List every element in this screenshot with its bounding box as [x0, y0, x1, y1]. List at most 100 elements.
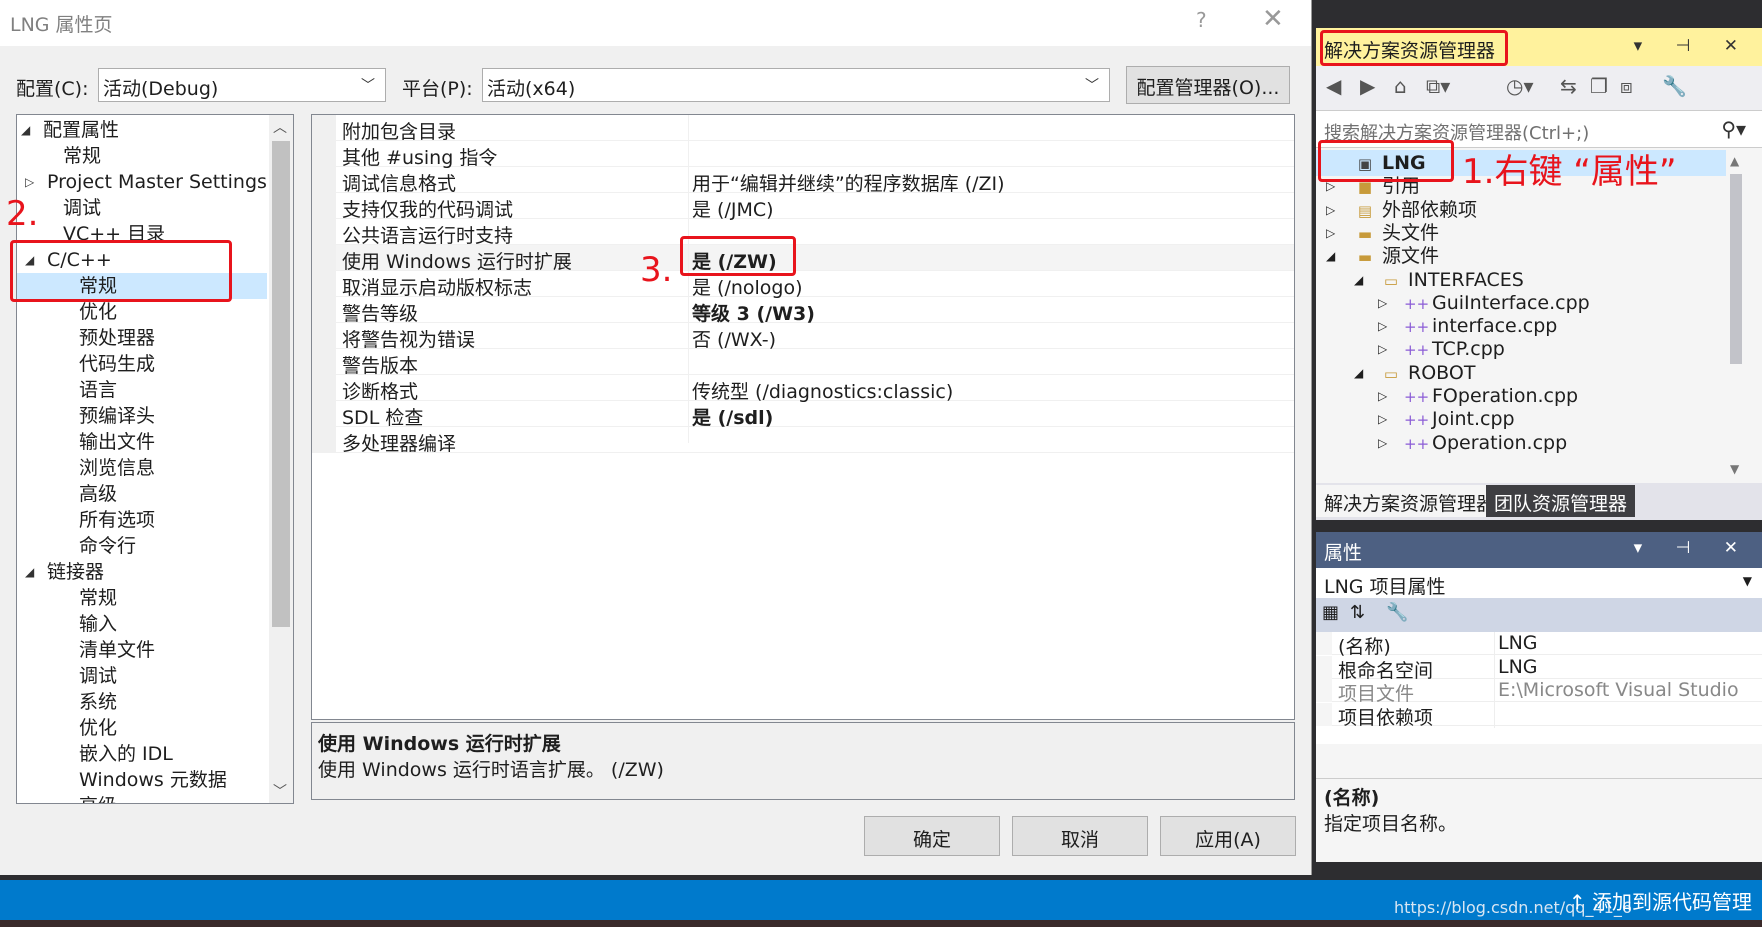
tree-item[interactable]: 命令行: [17, 533, 267, 559]
tree-item[interactable]: 浏览信息: [17, 455, 267, 481]
pending-changes-icon[interactable]: ◷▾: [1506, 74, 1534, 98]
expand-icon[interactable]: ▷: [1378, 290, 1387, 316]
property-value[interactable]: 是 (/sdl): [692, 403, 773, 430]
solution-tree-item[interactable]: ▷ ▤ 外部依赖项: [1316, 197, 1736, 223]
expand-icon[interactable]: ▷: [1326, 197, 1335, 223]
tree-item[interactable]: ◢ 链接器: [17, 559, 267, 585]
solution-tree-scrollbar[interactable]: ▲ ▼: [1726, 148, 1746, 482]
property-row[interactable]: 公共语言运行时支持: [312, 219, 1294, 247]
expand-icon[interactable]: ▷: [1378, 406, 1387, 432]
property-row[interactable]: 多处理器编译: [312, 427, 1294, 455]
property-row[interactable]: 取消显示启动版权标志 是 (/nologo): [312, 271, 1294, 299]
properties-row[interactable]: (名称) LNG: [1316, 632, 1762, 658]
expand-icon[interactable]: ▷: [1378, 383, 1387, 409]
tree-item[interactable]: 优化: [17, 715, 267, 741]
sync-icon[interactable]: ⇆: [1560, 74, 1577, 98]
property-row[interactable]: 附加包含目录: [312, 115, 1294, 143]
scroll-down-icon[interactable]: ▼: [1730, 462, 1739, 476]
collapse-icon[interactable]: ◢: [1354, 360, 1363, 386]
tab-solution-explorer[interactable]: 解决方案资源管理器: [1316, 485, 1504, 517]
properties-object-selector[interactable]: LNG 项目属性 ▼: [1316, 568, 1762, 598]
scroll-thumb[interactable]: [272, 141, 290, 627]
panel-controls-icon[interactable]: ▾ ⊣ ✕: [1634, 36, 1752, 56]
properties-value[interactable]: E:\Microsoft Visual Studio: [1498, 679, 1756, 701]
properties-row[interactable]: 项目依赖项: [1316, 702, 1762, 729]
expand-icon[interactable]: ▷: [25, 169, 34, 195]
tree-item[interactable]: 高级: [17, 481, 267, 507]
apply-button[interactable]: 应用(A): [1160, 816, 1296, 856]
collapse-icon[interactable]: ◢: [25, 559, 34, 585]
categorized-icon[interactable]: ▦: [1322, 602, 1339, 623]
solution-tree-item[interactable]: ▷ ++ FOperation.cpp: [1316, 383, 1736, 409]
property-value[interactable]: 是 (/JMC): [692, 195, 774, 222]
ok-button[interactable]: 确定: [864, 816, 1000, 856]
property-value[interactable]: 否 (/WX-): [692, 325, 776, 352]
cancel-button[interactable]: 取消: [1012, 816, 1148, 856]
config-combo[interactable]: 活动(Debug) ﹀: [98, 68, 386, 102]
tree-item[interactable]: ◢ 配置属性: [17, 117, 267, 143]
forward-icon[interactable]: ▶: [1360, 74, 1375, 98]
tree-item[interactable]: 预处理器: [17, 325, 267, 351]
properties-value[interactable]: LNG: [1498, 656, 1756, 678]
scroll-up-icon[interactable]: ▲: [1730, 154, 1739, 168]
search-icon[interactable]: ⚲▾: [1721, 117, 1746, 141]
property-row[interactable]: 警告版本: [312, 349, 1294, 377]
expand-icon[interactable]: ▷: [1378, 336, 1387, 362]
property-value[interactable]: 等级 3 (/W3): [692, 299, 815, 326]
expand-icon[interactable]: ▷: [1378, 313, 1387, 339]
config-manager-button[interactable]: 配置管理器(O)...: [1126, 66, 1290, 104]
tree-item[interactable]: 预编译头: [17, 403, 267, 429]
tree-item[interactable]: 输出文件: [17, 429, 267, 455]
solution-tree-item[interactable]: ◢ ▬ 源文件: [1316, 243, 1736, 269]
collapse-icon[interactable]: ◢: [21, 117, 30, 143]
tree-scrollbar[interactable]: ︿ ﹀: [269, 115, 293, 803]
tree-item[interactable]: 代码生成: [17, 351, 267, 377]
scroll-up-icon[interactable]: ︿: [273, 117, 287, 137]
source-control-button[interactable]: ↑ 添加到源代码管理: [1569, 886, 1752, 915]
collapse-icon[interactable]: ◢: [1326, 243, 1335, 269]
property-row[interactable]: 将警告视为错误 否 (/WX-): [312, 323, 1294, 352]
switch-view-icon[interactable]: ⧉▾: [1426, 74, 1450, 98]
show-all-icon[interactable]: ⧈: [1620, 74, 1633, 98]
expand-icon[interactable]: ▷: [1378, 430, 1387, 456]
properties-value[interactable]: LNG: [1498, 632, 1756, 654]
property-row[interactable]: 支持仅我的代码调试 是 (/JMC): [312, 193, 1294, 222]
tab-team-explorer[interactable]: 团队资源管理器: [1486, 485, 1636, 517]
tree-item[interactable]: ▷ Project Master Settings: [17, 169, 267, 195]
tree-item[interactable]: 高级: [17, 793, 267, 803]
tree-item[interactable]: Windows 元数据: [17, 767, 267, 793]
property-value[interactable]: 用于“编辑并继续”的程序数据库 (/ZI): [692, 169, 1005, 196]
solution-tree-item[interactable]: ▷ ++ TCP.cpp: [1316, 336, 1736, 362]
expand-icon[interactable]: ▷: [1326, 220, 1335, 246]
tree-item[interactable]: 调试: [17, 663, 267, 689]
collapse-icon[interactable]: ◢: [1354, 267, 1363, 293]
tree-item[interactable]: 调试: [17, 195, 267, 221]
solution-tree-item[interactable]: ▷ ▬ 头文件: [1316, 220, 1736, 246]
property-row[interactable]: 其他 #using 指令: [312, 141, 1294, 169]
help-icon[interactable]: ?: [1196, 8, 1207, 32]
panel-controls-icon[interactable]: ▾ ⊣ ✕: [1634, 538, 1752, 558]
property-row[interactable]: SDL 检查 是 (/sdl): [312, 401, 1294, 430]
property-row[interactable]: 诊断格式 传统型 (/diagnostics:classic): [312, 375, 1294, 404]
solution-tree-item[interactable]: ▷ ++ Operation.cpp: [1316, 430, 1736, 456]
tree-item[interactable]: 优化: [17, 299, 267, 325]
tree-item[interactable]: 所有选项: [17, 507, 267, 533]
close-icon[interactable]: ✕: [1262, 4, 1284, 34]
tree-item[interactable]: 语言: [17, 377, 267, 403]
scroll-down-icon[interactable]: ﹀: [273, 781, 287, 801]
property-row[interactable]: 调试信息格式 用于“编辑并继续”的程序数据库 (/ZI): [312, 167, 1294, 196]
tree-item[interactable]: 嵌入的 IDL: [17, 741, 267, 767]
scroll-thumb[interactable]: [1730, 174, 1742, 364]
solution-tree-item[interactable]: ◢ ▭ ROBOT: [1316, 360, 1736, 386]
tree-item[interactable]: 常规: [17, 143, 267, 169]
back-icon[interactable]: ◀: [1326, 74, 1341, 98]
properties-row[interactable]: 项目文件 E:\Microsoft Visual Studio: [1316, 679, 1762, 705]
solution-tree-item[interactable]: ◢ ▭ INTERFACES: [1316, 267, 1736, 293]
wrench-icon[interactable]: 🔧: [1386, 602, 1408, 623]
solution-tree-item[interactable]: ▷ ++ GuiInterface.cpp: [1316, 290, 1736, 316]
alphabetical-icon[interactable]: ⇅: [1350, 602, 1365, 623]
property-value[interactable]: 传统型 (/diagnostics:classic): [692, 377, 953, 404]
wrench-icon[interactable]: 🔧: [1662, 74, 1687, 98]
property-row[interactable]: 警告等级 等级 3 (/W3): [312, 297, 1294, 326]
collapse-icon[interactable]: ❐: [1590, 74, 1608, 98]
